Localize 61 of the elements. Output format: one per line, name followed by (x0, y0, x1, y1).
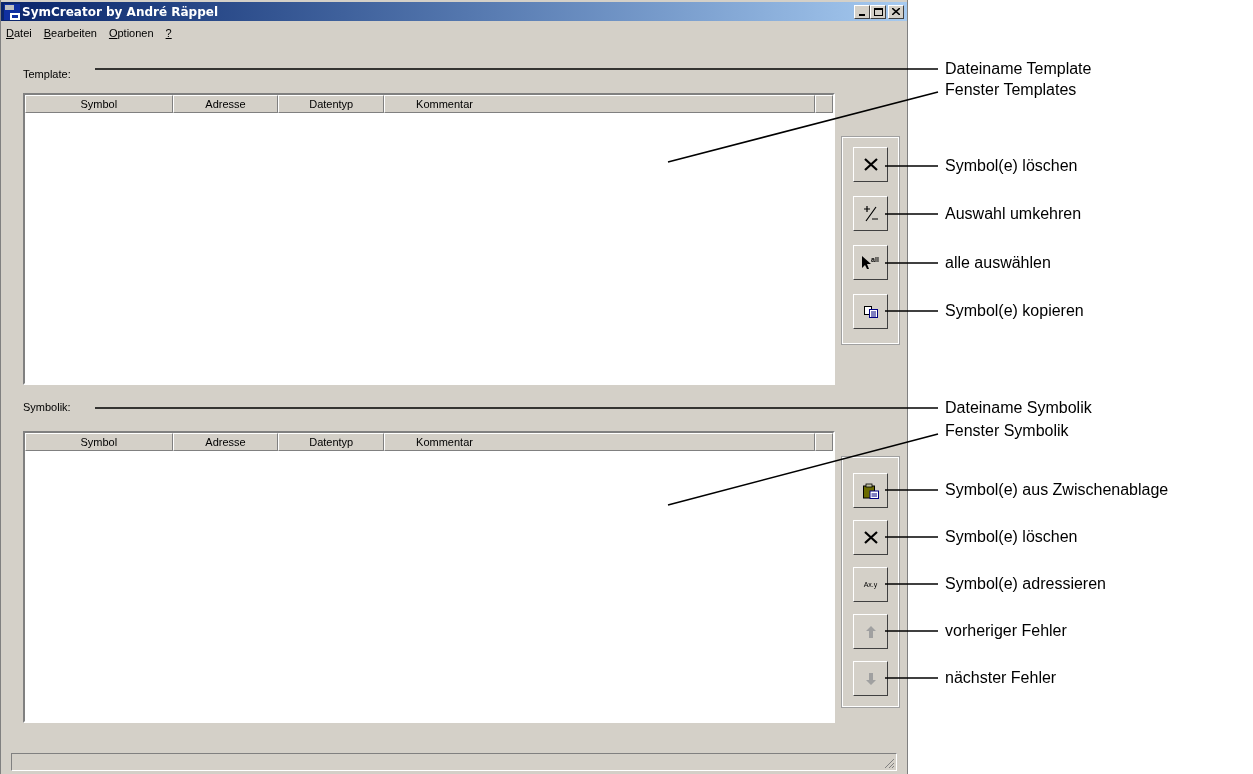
section-label: Symbolik: (23, 400, 71, 414)
leader-line (884, 677, 939, 679)
column-header[interactable]: Datentyp (278, 433, 385, 451)
close-button[interactable] (888, 4, 904, 19)
annotation-label: Dateiname Symbolik (945, 399, 1092, 417)
annotation-label: Dateiname Template (945, 60, 1092, 78)
annotation-label: nächster Fehler (945, 669, 1057, 687)
list-view[interactable]: Symbol Adresse Datentyp Kommentar (23, 431, 835, 723)
down-arrow-icon (865, 672, 876, 685)
annotation-label: Auswahl umkehren (945, 205, 1082, 223)
menu-item[interactable]: Optionen (107, 24, 155, 42)
delete-x-icon (863, 158, 878, 171)
tool-button[interactable] (853, 520, 888, 555)
annotation-label: Symbol(e) adressieren (945, 575, 1106, 593)
annotation-label: Fenster Templates (945, 81, 1077, 99)
clipboard-paste-icon (862, 482, 879, 499)
cursor-icon (862, 256, 872, 269)
tool-button[interactable] (853, 196, 888, 231)
app-icon (4, 3, 20, 20)
column-header[interactable]: Symbol (25, 433, 173, 451)
leader-line (884, 165, 939, 167)
minimize-button[interactable] (854, 4, 870, 19)
leader-line (884, 262, 939, 264)
leader-line (884, 536, 939, 538)
annotation-label: Symbol(e) löschen (945, 528, 1078, 546)
leader-line (884, 213, 939, 215)
menu-item[interactable]: Bearbeiten (42, 24, 98, 42)
annotation-label: alle auswählen (945, 254, 1051, 272)
column-header[interactable]: Adresse (172, 433, 279, 451)
tool-button[interactable] (853, 147, 888, 182)
annotation-label: Symbol(e) kopieren (945, 302, 1084, 320)
column-header (815, 433, 833, 451)
column-header[interactable]: Datentyp (278, 95, 385, 113)
maximize-icon (873, 7, 883, 16)
close-icon (892, 8, 900, 15)
up-arrow-icon (865, 625, 876, 638)
leader-line (884, 310, 939, 312)
column-header (815, 95, 833, 113)
annotation-label: Symbol(e) aus Zwischenablage (945, 481, 1169, 499)
menu-item[interactable]: ? (164, 24, 173, 42)
window-title: SymCreator by André Räppel (22, 3, 219, 21)
column-header[interactable]: Symbol (25, 95, 173, 113)
annotation-label: vorheriger Fehler (945, 622, 1067, 640)
section-label: Template: (23, 67, 71, 81)
leader-line (884, 630, 939, 632)
column-header[interactable]: Kommentar (384, 95, 816, 113)
delete-x-icon (863, 531, 878, 544)
copy-icon (863, 305, 878, 318)
leader-line (884, 583, 939, 585)
annotation-label: Fenster Symbolik (945, 422, 1069, 440)
tool-button[interactable] (853, 473, 888, 508)
list-view[interactable]: Symbol Adresse Datentyp Kommentar (23, 93, 835, 385)
annotation-label: Symbol(e) löschen (945, 157, 1078, 175)
column-header[interactable]: Kommentar (384, 433, 816, 451)
tool-button[interactable] (853, 294, 888, 329)
minimize-icon (859, 13, 865, 16)
maximize-button[interactable] (870, 4, 886, 19)
column-header[interactable]: Adresse (172, 95, 279, 113)
plus-minus-icon (862, 204, 879, 223)
resize-grip-icon[interactable] (884, 758, 895, 769)
menu-item[interactable]: Datei (5, 24, 33, 42)
